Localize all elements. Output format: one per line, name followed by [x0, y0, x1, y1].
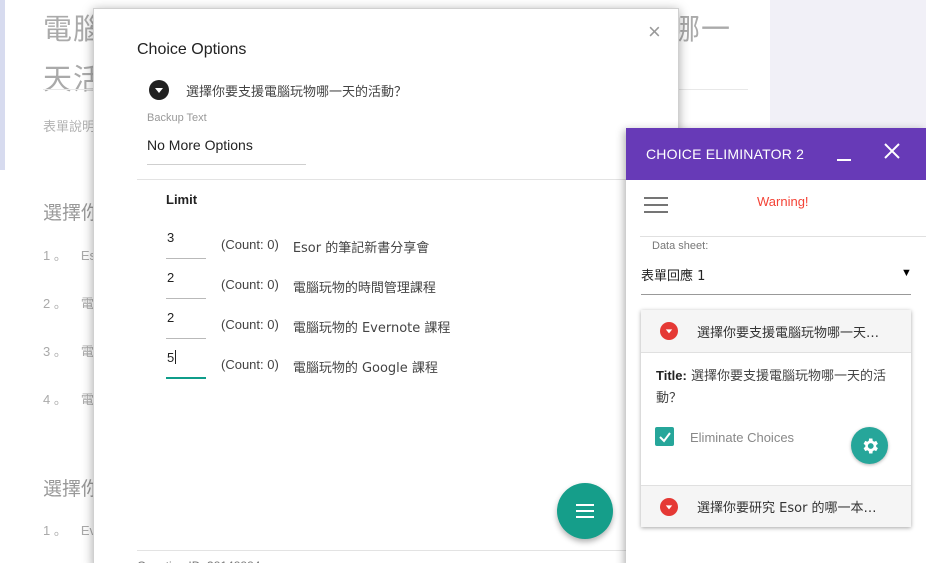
form-question-2: 選擇你 — [43, 479, 101, 500]
limit-input-focused[interactable]: 5 — [166, 347, 206, 379]
form-accent-bar — [0, 0, 5, 170]
option-number: 1 。 — [43, 248, 67, 263]
choice-count: (Count: 0) — [221, 237, 279, 252]
backup-text-label: Backup Text — [147, 112, 207, 124]
choice-count: (Count: 0) — [221, 317, 279, 332]
backup-text-field[interactable]: No More Options — [147, 137, 306, 165]
check-icon — [658, 431, 671, 443]
divider — [137, 550, 637, 551]
choice-options-dialog: Choice Options × 選擇你要支援電腦玩物哪一天的活動？ Backu… — [93, 8, 679, 563]
limit-row: 2 (Count: 0) 電腦玩物的 Evernote 課程 — [166, 307, 450, 339]
chevron-down-icon[interactable] — [660, 322, 678, 340]
limit-input[interactable]: 3 — [166, 227, 206, 259]
form-description: 表單說明 — [43, 119, 96, 134]
divider — [640, 236, 926, 237]
eliminate-choices-checkbox[interactable] — [655, 427, 674, 446]
limit-row: 5 (Count: 0) 電腦玩物的 Google 課程 — [166, 347, 438, 379]
limit-value: 5 — [167, 350, 175, 365]
text-cursor — [175, 350, 177, 364]
question-selector[interactable]: 選擇你要支援電腦玩物哪一天的活動？ — [149, 80, 407, 100]
menu-fab-button[interactable] — [557, 483, 613, 539]
eliminate-choices-label: Eliminate Choices — [690, 430, 795, 445]
card-title: Title: 選擇你要支援電腦玩物哪一天的活動？ — [656, 365, 896, 410]
limit-row: 3 (Count: 0) Esor 的筆記新書分享會 — [166, 227, 429, 259]
card-header[interactable]: 選擇你要支援電腦玩物哪一天… — [641, 310, 911, 353]
warning-text: Warning! — [757, 194, 809, 209]
divider — [137, 179, 637, 180]
limit-input[interactable]: 2 — [166, 307, 206, 339]
choice-label: 電腦玩物的 Google 課程 — [292, 361, 438, 376]
next-question-header[interactable]: 選擇你要研究 Esor 的哪一本… — [641, 485, 911, 527]
choice-label: 電腦玩物的時間管理課程 — [292, 281, 436, 296]
close-icon[interactable]: × — [648, 19, 661, 45]
minimize-icon[interactable] — [837, 159, 851, 161]
panel-header: CHOICE ELIMINATOR 2 — [626, 128, 926, 180]
choice-count: (Count: 0) — [221, 277, 279, 292]
settings-button[interactable] — [851, 427, 888, 464]
limit-row: 2 (Count: 0) 電腦玩物的時間管理課程 — [166, 267, 436, 299]
menu-icon[interactable] — [644, 197, 668, 213]
question-card: 選擇你要支援電腦玩物哪一天… Title: 選擇你要支援電腦玩物哪一天的活動？ … — [641, 310, 911, 527]
dialog-title: Choice Options — [137, 41, 247, 58]
dropdown-arrow-icon[interactable]: ▼ — [901, 267, 912, 279]
card-header-text: 選擇你要研究 Esor 的哪一本… — [697, 501, 877, 516]
panel-title: CHOICE ELIMINATOR 2 — [646, 146, 805, 162]
select-underline — [641, 294, 911, 295]
question-text: 選擇你要支援電腦玩物哪一天的活動？ — [186, 84, 408, 100]
question-id: Question ID: 38148884 — [137, 559, 260, 563]
title-label: Title: — [656, 368, 687, 383]
chevron-down-icon[interactable] — [660, 497, 678, 516]
choice-eliminator-panel: CHOICE ELIMINATOR 2 Warning! Data sheet:… — [626, 128, 926, 563]
card-header-text: 選擇你要支援電腦玩物哪一天… — [697, 325, 880, 341]
choice-label: 電腦玩物的 Evernote 課程 — [292, 321, 451, 336]
option-number: 1 。 — [43, 523, 67, 538]
option-number: 4 。 — [43, 392, 67, 407]
limit-header: Limit — [166, 192, 198, 207]
choice-count: (Count: 0) — [221, 357, 279, 372]
option-number: 3 。 — [43, 344, 67, 359]
chevron-down-icon[interactable] — [149, 80, 169, 100]
datasheet-label: Data sheet: — [652, 240, 709, 252]
option-number: 2 。 — [43, 296, 67, 311]
close-icon[interactable] — [883, 142, 901, 160]
limit-input[interactable]: 2 — [166, 267, 206, 299]
gear-icon — [863, 438, 878, 453]
form-question-1: 選擇你 — [43, 203, 101, 224]
datasheet-select[interactable]: 表單回應 1 — [641, 265, 705, 284]
choice-label: Esor 的筆記新書分享會 — [292, 241, 430, 256]
title-value: 選擇你要支援電腦玩物哪一天的活動？ — [656, 369, 886, 406]
form-title-line1-right: 哪一 — [671, 12, 732, 46]
menu-icon — [576, 504, 594, 518]
